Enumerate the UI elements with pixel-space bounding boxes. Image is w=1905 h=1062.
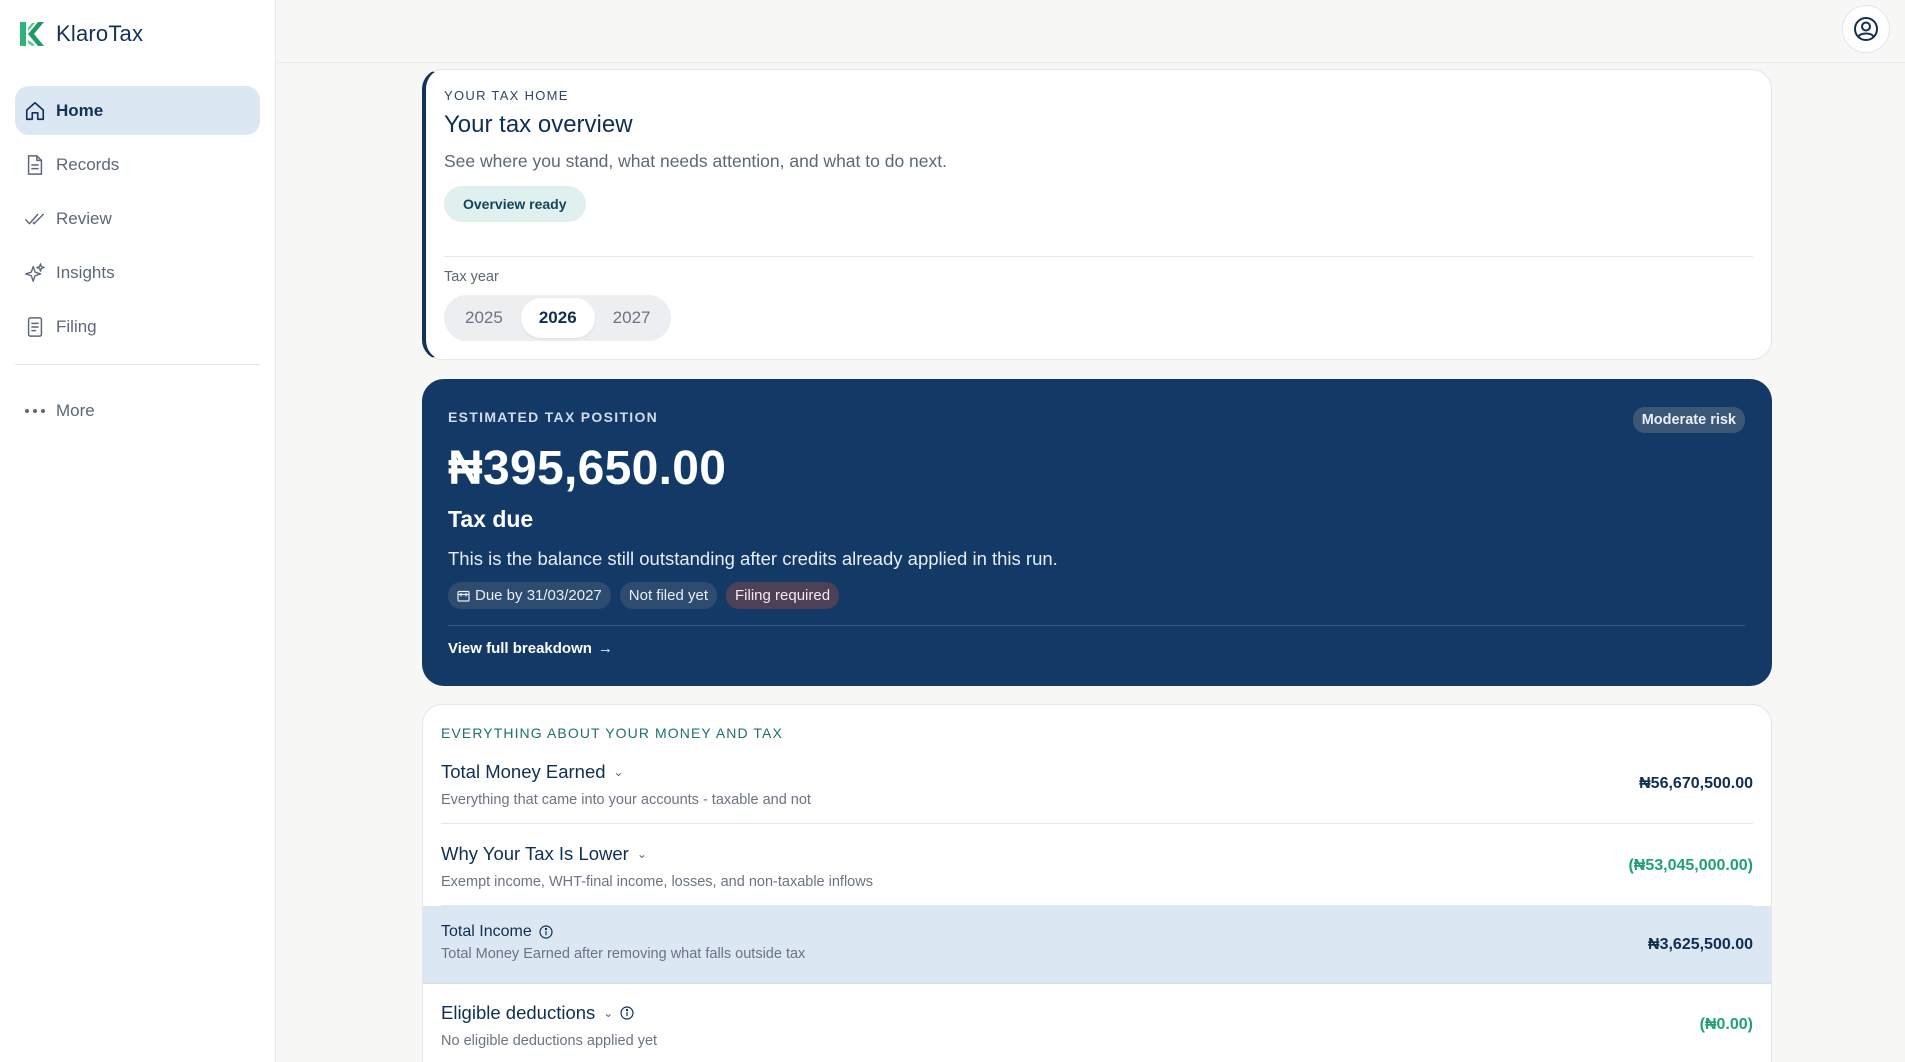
- user-circle-icon: [1854, 17, 1878, 41]
- money-eyebrow: EVERYTHING ABOUT YOUR MONEY AND TAX: [441, 725, 783, 741]
- tax-due-amount: ₦395,650.00: [448, 442, 727, 495]
- row-title-text: Eligible deductions: [441, 1002, 596, 1023]
- overview-divider: [444, 256, 1753, 257]
- sidebar-item-label: Records: [56, 154, 120, 174]
- chevron-down-icon[interactable]: ⌄: [603, 1006, 613, 1020]
- calendar-icon: [457, 590, 470, 602]
- view-breakdown-label: View full breakdown: [448, 640, 592, 657]
- home-icon: [24, 100, 46, 122]
- sidebar-item-insights[interactable]: Insights: [15, 248, 260, 297]
- row-subtitle: No eligible deductions applied yet: [441, 1033, 658, 1049]
- sidebar-item-records[interactable]: Records: [15, 140, 260, 189]
- chevron-down-icon[interactable]: ⌄: [614, 765, 624, 779]
- position-divider: [448, 625, 1745, 626]
- sparkle-icon: [24, 262, 46, 284]
- tax-year-option-2027[interactable]: 2027: [595, 298, 669, 338]
- info-icon[interactable]: [539, 925, 553, 939]
- overview-eyebrow: YOUR TAX HOME: [444, 88, 569, 103]
- total-income-row: Total Income Total Money Earned after re…: [423, 906, 1771, 984]
- tax-overview-card: YOUR TAX HOME Your tax overview See wher…: [422, 69, 1772, 360]
- filing-required-chip: Filing required: [726, 582, 840, 609]
- overview-status-badge: Overview ready: [444, 186, 586, 222]
- sidebar-item-more[interactable]: More: [15, 386, 260, 435]
- tax-year-label: Tax year: [444, 269, 499, 285]
- view-breakdown-link[interactable]: View full breakdown →: [448, 640, 613, 657]
- document-icon: [24, 154, 46, 176]
- row-title: Eligible deductions ⌄: [441, 1002, 1753, 1024]
- position-eyebrow: ESTIMATED TAX POSITION: [448, 409, 659, 425]
- row-title: Total Money Earned ⌄: [441, 761, 1753, 783]
- row-value: (₦0.00): [1699, 1016, 1753, 1033]
- row-title: Why Your Tax Is Lower ⌄: [441, 843, 1753, 865]
- risk-badge: Moderate risk: [1632, 407, 1745, 433]
- row-value: ₦56,670,500.00: [1639, 775, 1753, 792]
- tax-year-selector: 2025 2026 2027: [444, 295, 672, 341]
- chevron-down-icon[interactable]: ⌄: [637, 847, 647, 861]
- sidebar-item-label: Insights: [56, 262, 115, 282]
- row-value: (₦53,045,000.00): [1628, 857, 1753, 874]
- more-dots-icon: [24, 400, 46, 422]
- row-title: Total Income: [441, 923, 1753, 941]
- row-title-text: Why Your Tax Is Lower: [441, 843, 629, 864]
- brand[interactable]: KlaroTax: [0, 0, 275, 68]
- sidebar-divider: [15, 364, 260, 365]
- sidebar: KlaroTax Home Records Review Insights Fi…: [0, 0, 276, 1062]
- sidebar-nav: Home Records Review Insights Filing: [0, 68, 275, 351]
- sidebar-item-label: Home: [56, 100, 104, 120]
- tax-position-card: ESTIMATED TAX POSITION Moderate risk ₦39…: [422, 379, 1772, 686]
- double-check-icon: [24, 208, 46, 230]
- sidebar-item-home[interactable]: Home: [15, 86, 260, 135]
- klarotax-logo-icon: [20, 22, 44, 46]
- row-subtitle: Total Money Earned after removing what f…: [441, 946, 806, 962]
- why-tax-lower-row[interactable]: Why Your Tax Is Lower ⌄ Exempt income, W…: [441, 824, 1753, 906]
- profile-button[interactable]: [1842, 5, 1890, 53]
- due-date-text: Due by 31/03/2027: [475, 587, 602, 604]
- arrow-right-icon: →: [597, 640, 613, 657]
- money-and-tax-card: EVERYTHING ABOUT YOUR MONEY AND TAX Tota…: [422, 704, 1772, 1062]
- overview-subtitle: See where you stand, what needs attentio…: [444, 151, 947, 171]
- row-value: ₦3,625,500.00: [1648, 936, 1753, 953]
- due-date-chip: Due by 31/03/2027: [448, 582, 611, 609]
- tax-year-option-2025[interactable]: 2025: [447, 298, 521, 338]
- topbar: [277, 0, 1905, 63]
- tax-position-description: This is the balance still outstanding af…: [448, 548, 1058, 569]
- row-title-text: Total Income: [441, 923, 532, 940]
- row-title-text: Total Money Earned: [441, 761, 606, 782]
- filed-status-chip: Not filed yet: [619, 582, 717, 609]
- sidebar-item-label: Filing: [56, 316, 97, 336]
- sidebar-item-review[interactable]: Review: [15, 194, 260, 243]
- page-title: Your tax overview: [444, 111, 633, 138]
- file-list-icon: [24, 316, 46, 338]
- info-icon[interactable]: [620, 1006, 634, 1020]
- tax-position-status: Tax due: [448, 506, 534, 532]
- total-money-earned-row[interactable]: Total Money Earned ⌄ Everything that cam…: [441, 741, 1753, 824]
- sidebar-item-filing[interactable]: Filing: [15, 302, 260, 351]
- row-subtitle: Exempt income, WHT-final income, losses,…: [441, 874, 873, 890]
- row-subtitle: Everything that came into your accounts …: [441, 792, 811, 808]
- sidebar-item-label: Review: [56, 208, 112, 228]
- position-chips: Due by 31/03/2027 Not filed yet Filing r…: [448, 582, 1745, 609]
- tax-year-option-2026[interactable]: 2026: [520, 298, 595, 338]
- sidebar-item-label: More: [56, 400, 95, 420]
- eligible-deductions-row[interactable]: Eligible deductions ⌄ No eligible deduct…: [441, 984, 1753, 1062]
- brand-name: KlaroTax: [56, 21, 144, 46]
